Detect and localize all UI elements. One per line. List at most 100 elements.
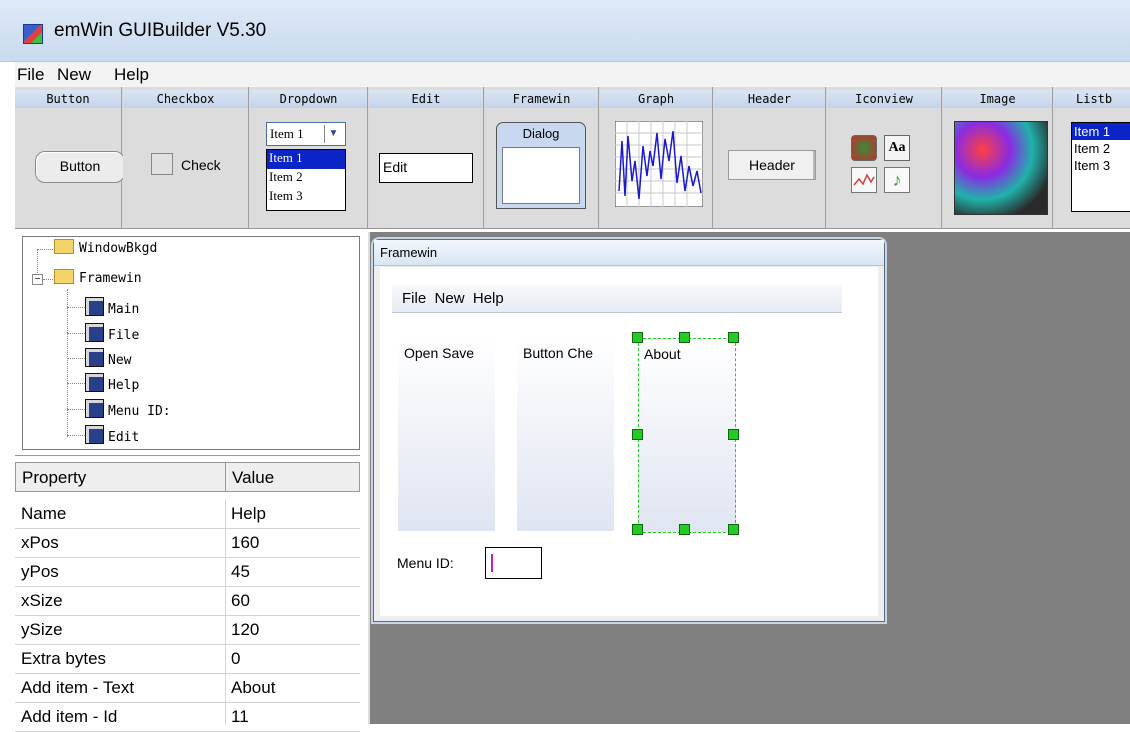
column-header-value[interactable]: Value bbox=[225, 462, 360, 492]
framewin-preview[interactable]: Framewin File New Help Open Save Button … bbox=[373, 239, 885, 622]
title-bar: emWin GUIBuilder V5.30 bbox=[0, 0, 1130, 62]
books-icon bbox=[851, 135, 877, 161]
list-item: Item 1 bbox=[267, 150, 345, 169]
tree-node-label: New bbox=[108, 353, 132, 368]
tree-node-label: Edit bbox=[108, 430, 140, 445]
tree-node-new[interactable]: New bbox=[85, 348, 131, 368]
property-name: Add item - Text bbox=[21, 678, 135, 697]
table-row[interactable]: xPos 160 bbox=[15, 528, 360, 558]
column-header-property[interactable]: Property bbox=[15, 462, 226, 492]
menu-id-label: Menu ID: bbox=[397, 555, 454, 571]
property-value[interactable]: Help bbox=[231, 499, 266, 528]
palette-edit[interactable]: Edit Edit bbox=[369, 87, 484, 228]
resize-handle[interactable] bbox=[632, 524, 643, 535]
font-icon: Aa bbox=[884, 135, 910, 161]
resize-handle[interactable] bbox=[728, 429, 739, 440]
property-name: ySize bbox=[21, 620, 63, 639]
tree-node-framewin[interactable]: Framewin bbox=[54, 269, 142, 289]
tree-node-help[interactable]: Help bbox=[85, 373, 139, 393]
table-row[interactable]: yPos 45 bbox=[15, 557, 360, 587]
chevron-down-icon: ▼ bbox=[324, 125, 342, 143]
widget-icon bbox=[85, 323, 104, 342]
property-name: xSize bbox=[21, 591, 63, 610]
table-row[interactable]: Add item - Id 11 bbox=[15, 702, 360, 732]
list-item: Item 3 bbox=[269, 188, 303, 203]
widget-tree: WindowBkgd − Framewin Main File New Help… bbox=[22, 236, 360, 450]
palette-label: Checkbox bbox=[123, 90, 248, 108]
submenu-items: Button Che bbox=[523, 345, 594, 361]
palette-dropdown[interactable]: Dropdown Item 1 ▼ Item 1 Item 2 Item 3 bbox=[250, 87, 368, 228]
text-cursor bbox=[491, 554, 493, 572]
menu-id-input[interactable] bbox=[485, 547, 542, 579]
folder-icon bbox=[54, 269, 74, 284]
palette-button[interactable]: Button Button bbox=[15, 87, 125, 228]
property-value[interactable]: About bbox=[231, 673, 275, 702]
tree-node-menu-id[interactable]: Menu ID: bbox=[85, 399, 171, 419]
resize-handle[interactable] bbox=[728, 332, 739, 343]
palette-listbox[interactable]: Listb Item 1 Item 2 Item 3 bbox=[1054, 87, 1130, 228]
menu-new[interactable]: New bbox=[57, 65, 91, 85]
collapse-icon[interactable]: − bbox=[32, 274, 43, 285]
menu-item-help[interactable]: Help bbox=[473, 290, 504, 307]
sample-edit: Edit bbox=[379, 153, 473, 183]
menu-item-new[interactable]: New bbox=[435, 290, 465, 307]
tree-node-label: File bbox=[108, 328, 140, 343]
palette-label: Iconview bbox=[827, 90, 941, 108]
resize-handle[interactable] bbox=[679, 524, 690, 535]
tree-node-file[interactable]: File bbox=[85, 323, 139, 343]
menu-item-file[interactable]: File bbox=[402, 290, 426, 307]
sample-listbox: Item 1 Item 2 Item 3 bbox=[1071, 122, 1130, 212]
resize-handle[interactable] bbox=[728, 524, 739, 535]
property-value[interactable]: 60 bbox=[231, 586, 250, 615]
table-row[interactable]: xSize 60 bbox=[15, 586, 360, 616]
property-value[interactable]: 120 bbox=[231, 615, 259, 644]
property-grid: Property Value Name Help xPos 160 yPos 45 x… bbox=[15, 455, 360, 732]
palette-header[interactable]: Header Header bbox=[714, 87, 826, 228]
submenu-items: Open Save bbox=[404, 345, 475, 361]
framewin-title[interactable]: Framewin bbox=[374, 240, 884, 266]
palette-framewin[interactable]: Framewin Dialog bbox=[485, 87, 599, 228]
tree-node-label: WindowBkgd bbox=[79, 241, 158, 256]
menu-widget[interactable]: File New Help bbox=[392, 285, 842, 313]
palette-image[interactable]: Image bbox=[943, 87, 1053, 228]
tree-node-label: Help bbox=[108, 378, 140, 393]
resize-handle[interactable] bbox=[632, 332, 643, 343]
menu-help[interactable]: Help bbox=[114, 65, 149, 85]
palette-label: Button bbox=[15, 90, 121, 108]
resize-handle[interactable] bbox=[632, 429, 643, 440]
tree-node-windowbkgd[interactable]: WindowBkgd bbox=[54, 239, 157, 259]
sample-dropdown: Item 1 ▼ bbox=[266, 122, 346, 146]
tree-node-main[interactable]: Main bbox=[85, 297, 139, 317]
property-value[interactable]: 0 bbox=[231, 644, 240, 673]
menu-file[interactable]: File bbox=[17, 65, 44, 85]
widget-icon bbox=[85, 297, 104, 316]
property-value[interactable]: 45 bbox=[231, 557, 250, 586]
property-name: Name bbox=[21, 504, 67, 523]
tree-node-label: Menu ID: bbox=[108, 404, 171, 419]
sample-framewin-title: Dialog bbox=[522, 126, 560, 141]
tree-node-label: Framewin bbox=[79, 271, 142, 286]
table-row[interactable]: Name Help bbox=[15, 499, 360, 529]
sample-framewin: Dialog bbox=[496, 122, 586, 209]
chart-icon bbox=[851, 167, 877, 193]
table-row[interactable]: Extra bytes 0 bbox=[15, 644, 360, 674]
palette-label: Header bbox=[714, 90, 825, 108]
palette-label: Framewin bbox=[485, 90, 598, 108]
submenu-file[interactable]: Open Save bbox=[398, 338, 495, 531]
palette-graph[interactable]: Graph bbox=[600, 87, 713, 228]
sample-header: Header bbox=[728, 150, 816, 180]
table-row[interactable]: ySize 120 bbox=[15, 615, 360, 645]
widget-icon bbox=[85, 348, 104, 367]
resize-handle[interactable] bbox=[679, 332, 690, 343]
menu-bar: File New Help bbox=[15, 62, 1130, 87]
submenu-help-selected[interactable]: About bbox=[638, 338, 736, 533]
property-value[interactable]: 160 bbox=[231, 528, 259, 557]
tree-node-edit[interactable]: Edit bbox=[85, 425, 139, 445]
submenu-new[interactable]: Button Che bbox=[517, 338, 614, 531]
palette-label: Listb bbox=[1054, 90, 1130, 108]
table-row[interactable]: Add item - Text About bbox=[15, 673, 360, 703]
palette-checkbox[interactable]: Checkbox Check bbox=[123, 87, 249, 228]
list-item: Item 2 bbox=[269, 169, 303, 184]
property-value[interactable]: 11 bbox=[231, 702, 249, 731]
palette-iconview[interactable]: Iconview Aa ♪ bbox=[827, 87, 942, 228]
